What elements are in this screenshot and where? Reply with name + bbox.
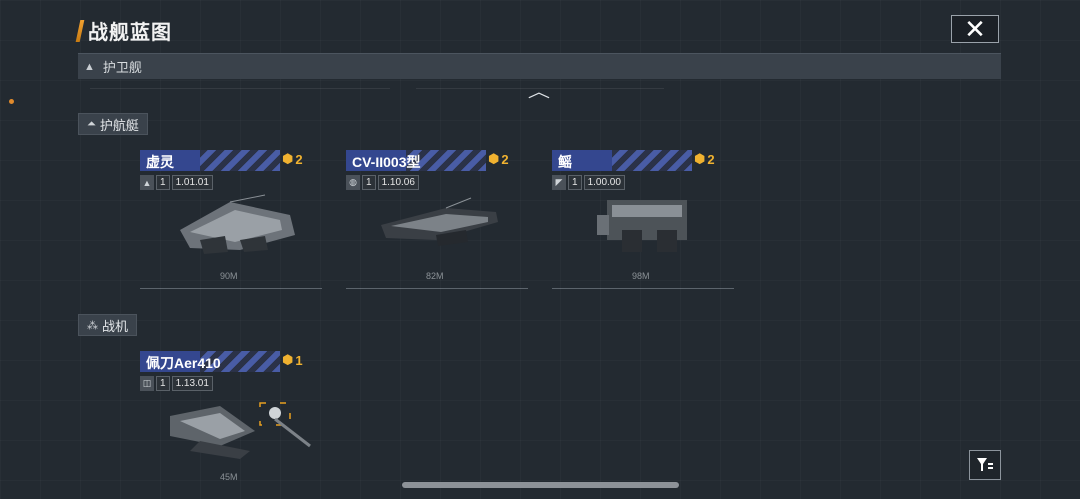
rank-badge: ⬢ 2 xyxy=(282,151,303,167)
title-accent xyxy=(75,19,85,42)
ship-type-icon: ◫ xyxy=(140,376,154,391)
ship-image xyxy=(597,200,687,252)
ship-version: 1.01.01 xyxy=(171,175,213,190)
filter-icon xyxy=(977,458,993,471)
chevron-up-icon[interactable]: ︿ xyxy=(528,78,550,102)
ship-name: 鳐 xyxy=(558,154,572,170)
ship-name: 佩刀Aer410 xyxy=(146,355,221,371)
section-label: 护航艇 xyxy=(99,117,139,133)
rank-badge: ⬢ 1 xyxy=(282,352,303,368)
ship-card[interactable]: CV-II003型 ⬢ 2 ◍ 1 1.10.06 82M xyxy=(346,150,528,290)
section-label: 战机 xyxy=(102,318,129,334)
category-dropdown[interactable]: ▲ 护卫舰 xyxy=(78,53,1001,79)
close-button[interactable]: ✕ xyxy=(951,15,999,43)
ship-card[interactable]: 鳐 ⬢ 2 ◤ 1 1.00.00 98M xyxy=(552,150,734,290)
deco-line xyxy=(90,88,390,89)
ship-stats: ◫ 1 1.13.01 xyxy=(140,376,213,391)
ship-scale: 45M xyxy=(220,472,238,482)
fighter-icon: ⁂ xyxy=(87,319,98,332)
card-header xyxy=(552,150,692,171)
ship-card[interactable]: 虚灵 ⬢ 2 ▲ 1 1.01.01 90M xyxy=(140,150,322,290)
ship-image xyxy=(180,194,295,254)
orange-dot xyxy=(9,99,14,104)
ship-version: 1.00.00 xyxy=(583,175,625,190)
ship-scale: 98M xyxy=(632,271,650,281)
ship-scale: 82M xyxy=(426,271,444,281)
card-baseline xyxy=(552,288,734,289)
card-baseline xyxy=(140,288,322,289)
ship-level: 1 xyxy=(568,175,582,190)
section-escort: ⏶ 护航艇 xyxy=(78,113,148,135)
rank-badge: ⬢ 2 xyxy=(694,151,715,167)
ship-stats: ▲ 1 1.01.01 xyxy=(140,175,213,190)
rank-badge-icon: ⬢ xyxy=(282,151,294,166)
ship-stats: ◤ 1 1.00.00 xyxy=(552,175,625,190)
page-header: 战舰蓝图 xyxy=(75,16,172,45)
ship-level: 1 xyxy=(156,376,170,391)
rank-badge: ⬢ 2 xyxy=(488,151,509,167)
escort-icon: ⏶ xyxy=(87,117,96,130)
rank-badge-icon: ⬢ xyxy=(282,352,294,367)
ship-type-icon: ▲ xyxy=(140,175,154,190)
category-label: 护卫舰 xyxy=(102,60,142,75)
caret-up-icon: ▲ xyxy=(84,60,95,73)
ship-level: 1 xyxy=(156,175,170,190)
ship-image xyxy=(381,197,498,246)
ship-name: 虚灵 xyxy=(146,154,174,170)
ship-type-icon: ◤ xyxy=(552,175,566,190)
ship-version: 1.13.01 xyxy=(171,376,213,391)
home-indicator[interactable] xyxy=(402,482,679,488)
ship-stats: ◍ 1 1.10.06 xyxy=(346,175,419,190)
close-icon: ✕ xyxy=(964,14,986,44)
filter-button[interactable] xyxy=(969,450,1001,480)
rank-badge-icon: ⬢ xyxy=(488,151,500,166)
ship-scale: 90M xyxy=(220,271,238,281)
card-baseline xyxy=(346,288,528,289)
ship-card[interactable]: 佩刀Aer410 ⬢ 1 ◫ 1 1.13.01 45M xyxy=(140,351,322,491)
ship-image xyxy=(170,402,311,459)
ship-level: 1 xyxy=(362,175,376,190)
rank-badge-icon: ⬢ xyxy=(694,151,706,166)
ship-name: CV-II003型 xyxy=(352,154,421,170)
page-title: 战舰蓝图 xyxy=(88,22,172,44)
ship-type-icon: ◍ xyxy=(346,175,360,190)
ship-version: 1.10.06 xyxy=(377,175,419,190)
section-fighter: ⁂ 战机 xyxy=(78,314,138,336)
